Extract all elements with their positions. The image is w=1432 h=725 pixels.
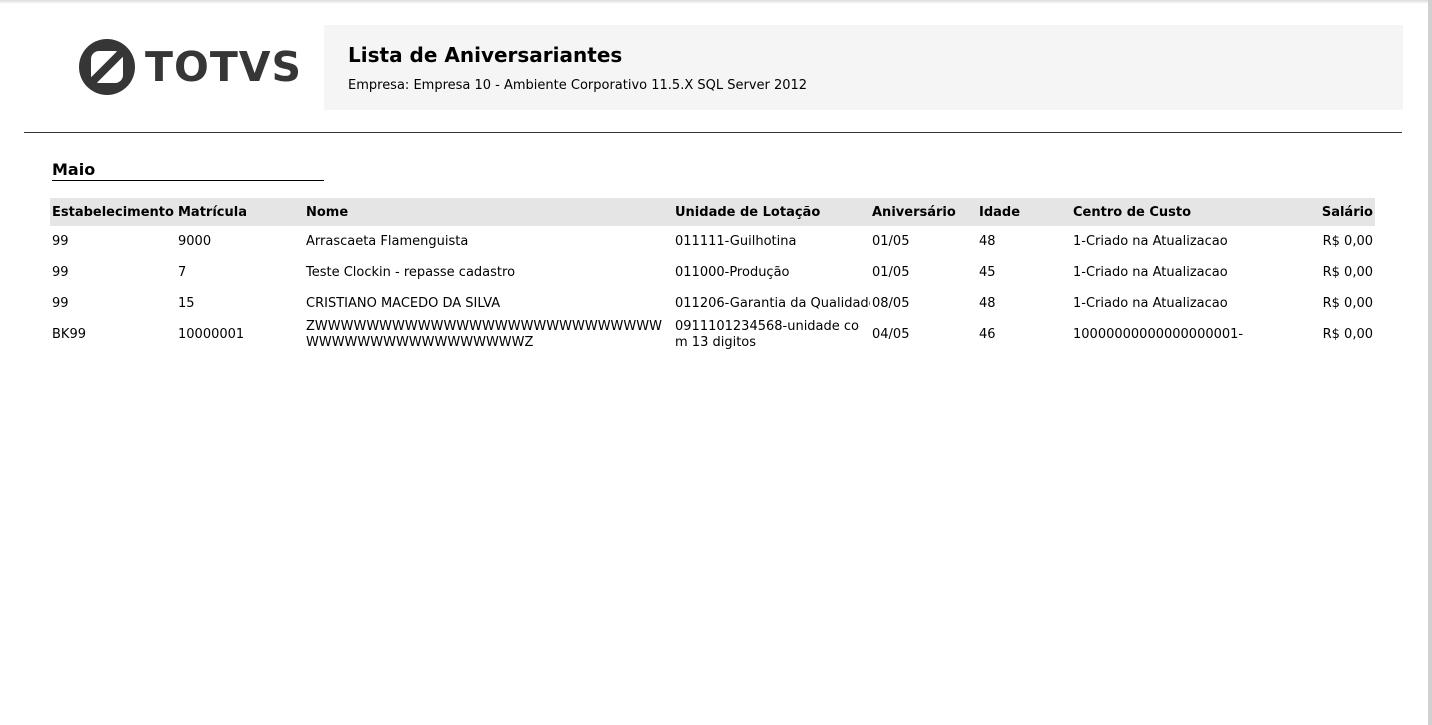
- column-header: Nome: [306, 204, 349, 220]
- table-row: 99 15 CRISTIANO MACEDO DA SILVA 011206-G…: [50, 288, 1375, 319]
- table-cell: 15: [178, 295, 195, 311]
- table-cell: 10000000000000000001-: [1073, 327, 1244, 342]
- table-cell: 99: [52, 264, 69, 280]
- report-header: Lista de Aniversariantes Empresa: Empres…: [324, 25, 1403, 110]
- page-top-shadow: [0, 0, 1432, 4]
- logo-text: TOTVS: [145, 42, 303, 91]
- table-cell: 04/05: [872, 327, 910, 342]
- table-row: 99 7 Teste Clockin - repasse cadastro 01…: [50, 257, 1375, 288]
- company-logo: TOTVS: [79, 38, 302, 96]
- table-cell: CRISTIANO MACEDO DA SILVA: [306, 295, 501, 311]
- report-subtitle: Empresa: Empresa 10 - Ambiente Corporati…: [348, 78, 808, 93]
- page-right-edge: [1428, 0, 1432, 725]
- table-cell: 45: [979, 264, 996, 280]
- table-cell: 99: [52, 233, 69, 249]
- section-month-heading: Maio: [52, 160, 324, 181]
- column-header: Matrícula: [178, 204, 247, 220]
- table-cell: BK99: [52, 327, 86, 342]
- table-row: BK99 10000001 ZWWWWWWWWWWWWWWWWWWWWWWWWW…: [50, 319, 1375, 351]
- column-header: Aniversário: [872, 204, 956, 220]
- table-cell: 48: [979, 233, 996, 249]
- table-cell: 01/05: [872, 264, 910, 280]
- column-header: Estabelecimento: [52, 204, 174, 220]
- table-cell: 011000-Produção: [675, 264, 790, 280]
- table-cell: R$ 0,00: [1322, 295, 1373, 311]
- birthday-table: Estabelecimento Matrícula Nome Unidade d…: [50, 198, 1375, 351]
- column-header: Unidade de Lotação: [675, 204, 821, 220]
- table-cell: 46: [979, 327, 996, 342]
- table-row: 99 9000 Arrascaeta Flamenguista 011111-G…: [50, 226, 1375, 257]
- table-cell: 011111-Guilhotina: [675, 233, 797, 249]
- report-title: Lista de Aniversariantes: [348, 43, 623, 67]
- table-cell: 1-Criado na Atualizacao: [1073, 233, 1228, 249]
- totvs-logo-icon: [79, 39, 135, 95]
- table-cell: R$ 0,00: [1322, 264, 1373, 280]
- header-divider: [24, 132, 1402, 133]
- table-cell: 0911101234568-unidade com 13 digitos: [675, 319, 860, 350]
- table-cell: 1-Criado na Atualizacao: [1073, 295, 1228, 311]
- column-header: Salário: [1321, 204, 1373, 220]
- table-cell: Teste Clockin - repasse cadastro: [306, 264, 516, 280]
- table-cell: 48: [979, 295, 996, 311]
- table-cell: 99: [52, 295, 69, 311]
- table-cell: 9000: [178, 233, 212, 249]
- table-cell: Arrascaeta Flamenguista: [306, 233, 469, 249]
- table-cell: 10000001: [178, 327, 245, 342]
- table-cell: ZWWWWWWWWWWWWWWWWWWWWWWWWWWWWWWWWWWWWWWW…: [306, 319, 662, 350]
- table-cell: R$ 0,00: [1322, 327, 1373, 342]
- table-cell: 1-Criado na Atualizacao: [1073, 264, 1228, 280]
- table-header-row: Estabelecimento Matrícula Nome Unidade d…: [50, 198, 1375, 226]
- table-cell: 7: [178, 264, 187, 280]
- column-header: Idade: [979, 204, 1021, 220]
- column-header: Centro de Custo: [1073, 204, 1192, 220]
- table-cell: 01/05: [872, 233, 910, 249]
- table-cell: 08/05: [872, 295, 910, 311]
- table-cell: R$ 0,00: [1322, 233, 1373, 249]
- table-cell: 011206-Garantia da Qualidade: [675, 295, 870, 311]
